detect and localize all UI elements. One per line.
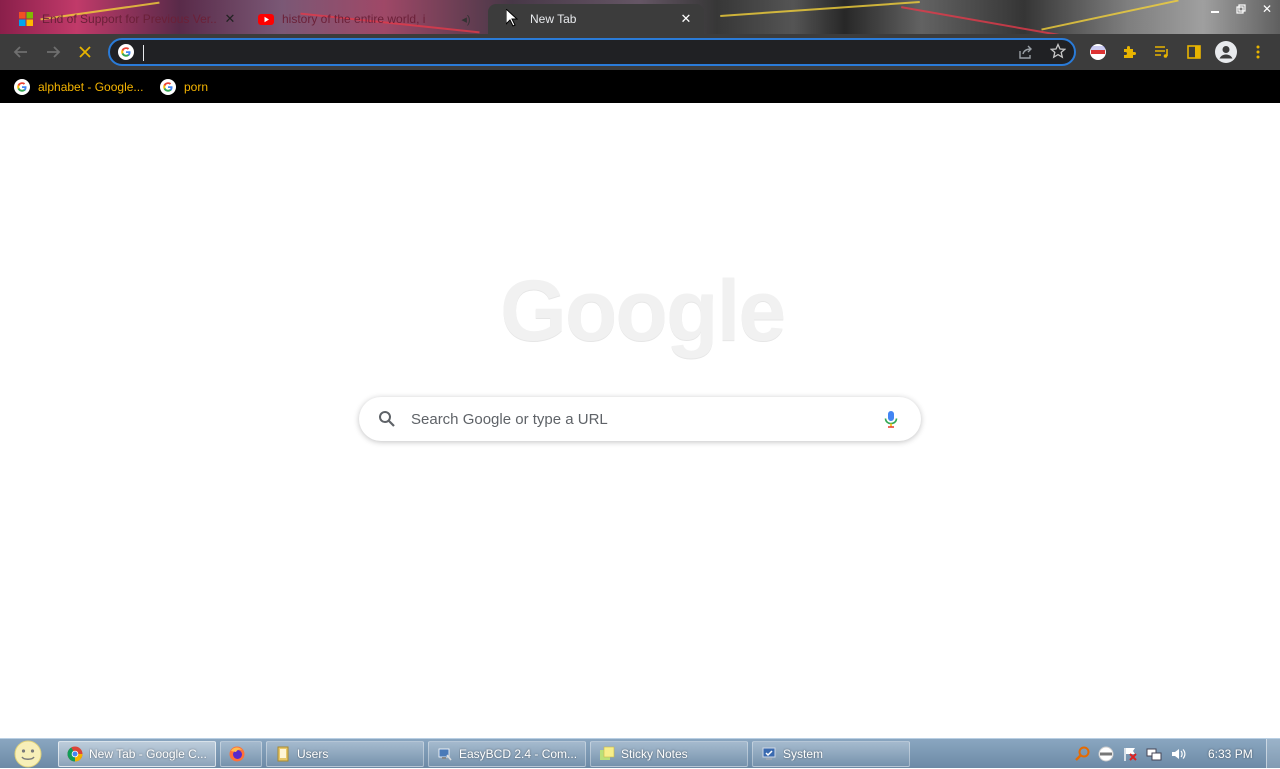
taskbar-system[interactable]: System — [752, 741, 910, 767]
youtube-icon — [258, 14, 274, 25]
tab-end-of-support[interactable]: End of Support for Previous Ver... ✕ — [8, 4, 248, 34]
close-tab-icon[interactable]: ✕ — [678, 11, 694, 27]
profile-button[interactable] — [1214, 40, 1238, 64]
system-icon — [762, 747, 776, 760]
extensions-button[interactable] — [1118, 40, 1142, 64]
back-arrow-icon — [13, 46, 27, 58]
close-tab-icon[interactable]: ✕ — [222, 11, 238, 27]
firefox-icon — [229, 746, 245, 762]
search-placeholder: Search Google or type a URL — [411, 411, 608, 428]
tab-title: New Tab — [530, 12, 577, 26]
avatar-icon — [1215, 41, 1237, 63]
smiley-start-icon — [14, 740, 42, 768]
system-clock[interactable]: 6:33 PM — [1208, 747, 1253, 761]
search-icon — [379, 411, 395, 427]
tab-history-of-world[interactable]: history of the entire world, i ◂) — [248, 4, 484, 34]
bookmarks-bar: alphabet - Google... porn — [0, 70, 1280, 103]
bookmark-label: porn — [184, 80, 209, 94]
side-panel-button[interactable] — [1182, 40, 1206, 64]
search-tray-icon[interactable] — [1074, 746, 1090, 762]
easybcd-icon — [438, 748, 452, 761]
show-desktop-button[interactable] — [1266, 739, 1280, 769]
google-logo: Google — [500, 263, 786, 359]
task-label: System — [783, 747, 824, 761]
google-icon — [118, 44, 134, 60]
close-icon — [79, 46, 91, 58]
browser-toolbar — [0, 34, 1280, 70]
chrome-icon — [67, 746, 83, 762]
task-label: Sticky Notes — [621, 747, 688, 761]
taskbar-sticky-notes[interactable]: Sticky Notes — [590, 741, 748, 767]
bookmark-porn[interactable]: porn — [160, 76, 208, 98]
kebab-menu-icon — [1256, 45, 1260, 59]
microsoft-icon — [19, 12, 33, 26]
tab-strip: End of Support for Previous Ver... ✕ his… — [0, 0, 1280, 34]
playlist-icon — [1155, 46, 1168, 58]
menu-button[interactable] — [1246, 40, 1270, 64]
close-window-icon[interactable]: ✕ — [1254, 0, 1280, 18]
new-tab-page: Google Search Google or type a URL — [0, 103, 1280, 738]
stop-loading-button[interactable] — [73, 40, 97, 64]
bookmark-label: alphabet - Google... — [38, 80, 144, 94]
extension-button[interactable] — [1086, 40, 1110, 64]
taskbar-firefox[interactable] — [220, 741, 262, 767]
forward-arrow-icon — [47, 46, 61, 58]
task-label: New Tab - Google C... — [89, 747, 207, 761]
network-icon[interactable] — [1146, 746, 1162, 762]
minimize-icon[interactable] — [1202, 0, 1228, 18]
action-center-flag-icon[interactable] — [1122, 746, 1138, 762]
puzzle-icon — [1124, 46, 1136, 58]
task-label: Users — [297, 747, 329, 761]
bookmark-star-icon[interactable] — [1049, 42, 1067, 59]
microphone-icon[interactable] — [881, 409, 901, 429]
text-caret — [143, 45, 144, 61]
taskbar-easybcd[interactable]: EasyBCD 2.4 - Com... — [428, 741, 586, 767]
search-box[interactable]: Search Google or type a URL — [359, 397, 921, 441]
background-streak — [720, 1, 920, 17]
window-controls: ✕ — [1202, 0, 1280, 18]
task-label: EasyBCD 2.4 - Com... — [459, 747, 578, 761]
google-icon — [160, 79, 176, 95]
background-streak — [901, 6, 1059, 34]
tab-new-tab[interactable]: New Tab ✕ — [488, 4, 704, 34]
mouse-cursor-icon — [506, 9, 518, 27]
media-controls-button[interactable] — [1150, 40, 1174, 64]
forward-button[interactable] — [41, 40, 65, 64]
flag-extension-icon — [1090, 44, 1106, 60]
sticky-notes-icon — [600, 746, 615, 760]
address-input[interactable] — [142, 42, 1006, 64]
tab-title: End of Support for Previous Ver... — [42, 12, 216, 26]
taskbar-users-folder[interactable]: Users — [266, 741, 424, 767]
back-button[interactable] — [9, 40, 33, 64]
side-panel-icon — [1187, 45, 1201, 59]
address-bar[interactable] — [108, 38, 1076, 66]
volume-icon[interactable] — [1170, 746, 1186, 762]
share-icon[interactable] — [1018, 44, 1034, 60]
background-streak — [1041, 0, 1179, 31]
bookmark-alphabet[interactable]: alphabet - Google... — [14, 76, 143, 98]
windows-taskbar: New Tab - Google C... Users EasyBCD 2.4 … — [0, 738, 1280, 769]
tab-title: history of the entire world, i — [282, 12, 426, 26]
vpn-tray-icon[interactable] — [1098, 746, 1114, 762]
audio-playing-icon[interactable]: ◂) — [458, 11, 474, 27]
google-icon — [14, 79, 30, 95]
start-button[interactable] — [10, 739, 46, 769]
restore-icon[interactable] — [1228, 0, 1254, 18]
taskbar-chrome[interactable]: New Tab - Google C... — [58, 741, 216, 767]
folder-icon — [277, 746, 289, 762]
